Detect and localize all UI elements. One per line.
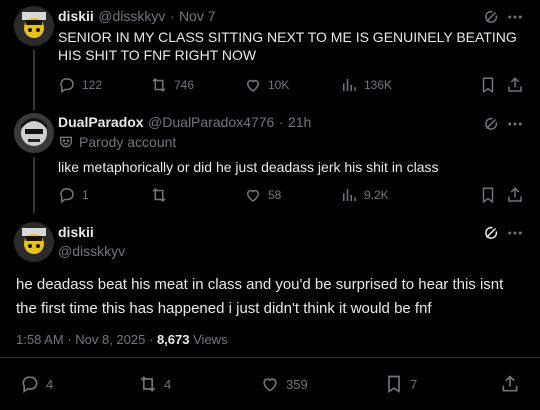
separator-dot: · <box>169 8 175 24</box>
bookmark-count: 7 <box>410 376 418 392</box>
heart-icon <box>246 79 260 92</box>
display-name[interactable]: DualParadox <box>58 114 144 130</box>
share-button[interactable] <box>506 76 524 94</box>
share-icon <box>508 77 522 92</box>
divider <box>0 357 540 358</box>
like-button[interactable]: 58 <box>244 186 340 204</box>
views-icon <box>343 79 356 91</box>
avatar-image <box>14 113 54 153</box>
grok-icon[interactable] <box>482 8 500 26</box>
like-count: 359 <box>286 376 308 392</box>
more-icon[interactable] <box>506 8 524 26</box>
repost-button[interactable]: 4 <box>138 374 171 394</box>
separator-dot: · <box>278 114 284 130</box>
mask-icon <box>60 136 72 148</box>
like-count: 10K <box>268 78 290 92</box>
share-button[interactable] <box>500 374 520 394</box>
post-header: DualParadox @DualParadox4776 · 21h <box>58 114 311 132</box>
repost-button[interactable] <box>150 186 244 204</box>
more-icon[interactable] <box>506 115 524 133</box>
views-count: 136K <box>364 78 393 92</box>
reply-count: 122 <box>82 78 103 92</box>
post-actions: 122 746 10K 136K <box>58 75 526 95</box>
repost-icon <box>140 376 156 392</box>
bookmark-icon <box>388 375 400 394</box>
repost-icon <box>152 77 166 93</box>
reply-count: 4 <box>46 376 54 392</box>
avatar-image <box>14 6 54 46</box>
bookmark-button[interactable] <box>479 186 497 204</box>
main-post-actions: 4 4 359 7 <box>20 374 520 396</box>
handle[interactable]: @disskkyv <box>98 8 165 24</box>
post-text: SENIOR IN MY CLASS SITTING NEXT TO ME IS… <box>58 29 517 63</box>
post-actions: 1 58 9.2K <box>58 185 526 205</box>
display-name[interactable]: diskii <box>58 224 94 240</box>
reply-icon <box>60 188 74 204</box>
handle[interactable]: @disskkyv <box>58 243 125 259</box>
reply-button[interactable]: 122 <box>58 76 150 94</box>
views-label: Views <box>193 332 228 347</box>
repost-icon <box>152 187 166 203</box>
post-timestamp[interactable]: 1:58 AM · Nov 8, 2025 <box>16 332 145 347</box>
separator-dot: · <box>148 332 154 347</box>
heart-icon <box>263 378 277 392</box>
post-meta: 1:58 AM · Nov 8, 2025 · 8,673 Views <box>16 332 228 347</box>
views-button[interactable]: 136K <box>340 76 436 94</box>
more-icon[interactable] <box>506 224 524 242</box>
share-icon <box>502 375 518 392</box>
bookmark-icon <box>482 187 494 204</box>
avatar[interactable] <box>14 222 54 262</box>
reply-button[interactable]: 4 <box>20 374 53 394</box>
repost-count: 746 <box>174 78 195 92</box>
post-header: diskii @disskkyv · Nov 7 <box>58 8 216 26</box>
views-count: 9.2K <box>364 188 389 202</box>
grok-icon[interactable] <box>482 115 500 133</box>
share-icon <box>508 187 522 202</box>
repost-button[interactable]: 746 <box>150 76 244 94</box>
grok-icon[interactable] <box>482 224 500 242</box>
display-name[interactable]: diskii <box>58 8 94 24</box>
thread-line <box>33 50 35 110</box>
parody-label: Parody account <box>58 134 176 150</box>
bookmark-button[interactable] <box>479 76 497 94</box>
avatar[interactable] <box>14 6 54 46</box>
reply-icon <box>22 376 38 394</box>
bookmark-icon <box>482 77 494 94</box>
avatar-image <box>14 222 54 262</box>
like-count: 58 <box>268 188 282 202</box>
main-post-text: he deadass beat his meat in class and yo… <box>16 276 504 317</box>
reply-icon <box>60 78 74 94</box>
repost-count: 4 <box>164 376 172 392</box>
post-date[interactable]: Nov 7 <box>179 8 216 24</box>
reply-count: 1 <box>82 188 89 202</box>
views-count: 8,673 <box>156 332 190 347</box>
post-text: like metaphorically or did he just deada… <box>58 159 439 175</box>
thread-line <box>33 157 35 213</box>
handle[interactable]: @DualParadox4776 <box>148 114 274 130</box>
avatar[interactable] <box>14 113 54 153</box>
like-button[interactable]: 359 <box>260 374 308 394</box>
like-button[interactable]: 10K <box>244 76 340 94</box>
views-button[interactable]: 9.2K <box>340 186 436 204</box>
heart-icon <box>246 189 260 202</box>
views-icon <box>343 189 356 201</box>
post-date[interactable]: 21h <box>288 114 311 130</box>
parody-label-text: Parody account <box>79 134 177 150</box>
reply-button[interactable]: 1 <box>58 186 150 204</box>
share-button[interactable] <box>506 186 524 204</box>
bookmark-button[interactable]: 7 <box>384 374 417 394</box>
